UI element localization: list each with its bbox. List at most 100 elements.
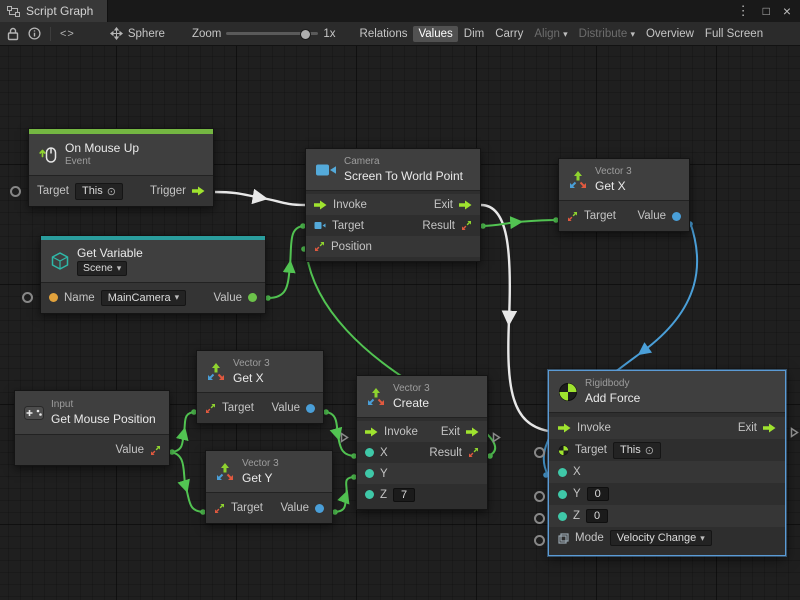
vector-port-icon[interactable] [461,220,472,231]
dim-button[interactable]: Dim [459,26,489,42]
object-picker-icon[interactable]: ⊙ [645,444,654,457]
zoom-slider-handle[interactable] [300,29,311,40]
flow-out-port-icon[interactable] [466,427,479,437]
value-output-port[interactable] [315,504,324,513]
x-row: X Result [357,442,487,463]
target-label: Target [222,402,254,414]
full-screen-button[interactable]: Full Screen [700,26,768,42]
get-variable-external-port[interactable] [22,292,33,303]
code-view-icon[interactable]: <> [60,28,75,40]
vector-port-icon[interactable] [150,445,161,456]
tab-title: Script Graph [26,4,93,18]
value-label: Value [213,292,242,304]
value-output-port[interactable] [306,404,315,413]
node-add-force[interactable]: Rigidbody Add Force Invoke Exit Target T… [548,370,786,556]
node-get-variable[interactable]: Get Variable Scene ▾ Name MainCamera ▾ V… [40,235,266,314]
vector3-icon [215,462,235,482]
zoom-slider[interactable] [226,28,318,40]
node-get-mouse-position[interactable]: Input Get Mouse Position Value [14,390,170,466]
flow-in-port-icon[interactable] [558,423,571,433]
maximize-icon[interactable]: □ [763,4,770,18]
node-title: Get Y [242,471,279,485]
vector-port-icon[interactable] [567,211,578,222]
position-row: Position [306,236,480,257]
overview-button[interactable]: Overview [641,26,699,42]
on-mouse-up-external-port[interactable] [10,186,21,197]
window-menu-icon[interactable]: ⋮ [737,3,750,19]
flow-in-port-icon[interactable] [365,427,378,437]
object-picker-icon[interactable]: ⊙ [107,185,116,198]
mode-icon[interactable] [558,533,569,544]
y-input-port[interactable] [365,469,374,478]
node-title: Screen To World Point [344,169,463,183]
node-get-y[interactable]: Vector 3 Get Y Target Value [205,450,333,524]
add-force-target-external-port[interactable] [534,447,545,458]
target-trigger-row: Target This ⊙ Trigger [29,176,213,206]
mode-dropdown[interactable]: Velocity Change ▾ [610,530,712,546]
zoom-label: Zoom [192,28,221,40]
variable-scope-dropdown[interactable]: Scene ▾ [77,261,127,276]
add-force-exit-external-port[interactable] [790,425,799,443]
value-label: Value [280,502,309,514]
node-kind: Input [51,399,156,411]
value-output-port[interactable] [672,212,681,221]
z-value-field[interactable]: 7 [393,488,415,502]
camera-mini-icon[interactable] [314,221,326,230]
value-output-port[interactable] [248,293,257,302]
z-input-port[interactable] [365,490,374,499]
target-object-field[interactable]: This ⊙ [75,183,123,200]
node-get-x-top[interactable]: Vector 3 Get X Target Value [558,158,690,232]
flow-out-port-icon[interactable] [763,423,776,433]
target-label: Target [584,210,616,222]
add-force-mode-external-port[interactable] [534,535,545,546]
rigidbody-mini-icon[interactable] [558,445,569,456]
z-value-field[interactable]: 0 [586,509,608,523]
y-label: Y [380,468,388,480]
graph-owner[interactable]: Sphere [110,27,165,40]
add-force-y-external-port[interactable] [534,491,545,502]
close-icon[interactable]: × [783,3,791,19]
vector-port-icon[interactable] [468,447,479,458]
name-input-port[interactable] [49,293,58,302]
chevron-down-icon: ▾ [563,29,568,39]
node-kind: Event [65,156,139,168]
trigger-label: Trigger [150,185,186,197]
node-screen-to-world-point[interactable]: Camera Screen To World Point Invoke Exit… [305,148,481,262]
y-row: Y [357,463,487,484]
variable-name-dropdown[interactable]: MainCamera ▾ [101,290,187,306]
info-icon[interactable] [28,27,41,40]
target-object-field[interactable]: This ⊙ [613,442,661,459]
tab-script-graph[interactable]: Script Graph [0,0,108,22]
node-title: Get X [595,179,632,193]
y-value-field[interactable]: 0 [587,487,609,501]
zoom-control: Zoom 1x [192,28,336,40]
lock-icon[interactable] [7,27,19,41]
x-input-port[interactable] [558,468,567,477]
values-button[interactable]: Values [413,26,457,42]
create-invoke-external-port[interactable] [340,430,349,448]
flow-out-port-icon[interactable] [459,200,472,210]
z-input-port[interactable] [558,512,567,521]
script-graph-icon [7,6,20,17]
node-get-x-mid[interactable]: Vector 3 Get X Target Value [196,350,324,424]
create-exit-external-port[interactable] [492,430,501,448]
y-input-port[interactable] [558,490,567,499]
vector-port-icon[interactable] [314,241,325,252]
add-force-z-external-port[interactable] [534,513,545,524]
vector-port-icon[interactable] [214,503,225,514]
value-label: Value [271,402,300,414]
mode-label: Mode [575,532,604,544]
align-button[interactable]: Align ▾ [529,26,572,42]
flow-in-port-icon[interactable] [314,200,327,210]
vector-port-icon[interactable] [205,403,216,414]
relations-button[interactable]: Relations [355,26,413,42]
invoke-row: Invoke Exit [357,421,487,442]
vector3-icon [568,170,588,190]
node-vector3-create[interactable]: Vector 3 Create Invoke Exit X Result Y Z… [356,375,488,510]
chevron-down-icon: ▾ [700,533,705,544]
distribute-button[interactable]: Distribute ▾ [574,26,640,42]
flow-port-icon[interactable] [192,186,205,196]
x-input-port[interactable] [365,448,374,457]
carry-button[interactable]: Carry [490,26,528,42]
node-on-mouse-up[interactable]: On Mouse Up Event Target This ⊙ Trigger [28,128,214,207]
